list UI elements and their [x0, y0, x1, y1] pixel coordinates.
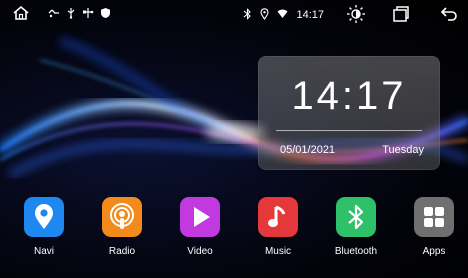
status-time: 14:17 [296, 9, 324, 21]
clock-divider [276, 130, 422, 131]
app-label: Apps [422, 246, 446, 257]
clock-day: Tuesday [382, 144, 424, 156]
status-right: 14:17 [243, 4, 458, 26]
notification-icon [48, 7, 60, 22]
bluetooth-status-icon [243, 7, 252, 23]
usb-storage-icon [82, 7, 94, 22]
app-navi[interactable]: Navi [14, 197, 74, 257]
app-apps[interactable]: Apps [404, 197, 464, 257]
app-video[interactable]: Video [170, 197, 230, 257]
app-label: Navi [33, 246, 54, 257]
usb-icon [66, 7, 76, 22]
app-music[interactable]: Music [248, 197, 308, 257]
podcast-icon[interactable] [102, 197, 142, 237]
app-label: Music [264, 246, 292, 257]
brightness-icon[interactable] [346, 4, 366, 27]
app-label: Bluetooth [334, 246, 378, 257]
app-label: Radio [108, 246, 136, 257]
recent-apps-icon[interactable] [392, 5, 410, 26]
app-dock: Navi Radio Video Music Bluetooth Apps [0, 197, 468, 267]
wifi-icon [277, 9, 288, 22]
clock-time: 14:17 [291, 74, 407, 118]
location-pin-icon[interactable] [24, 197, 64, 237]
home-icon[interactable] [12, 4, 30, 25]
app-bluetooth[interactable]: Bluetooth [326, 197, 386, 257]
back-icon[interactable] [440, 5, 458, 26]
shield-icon [100, 7, 111, 22]
home-screen: 14:17 14:17 05/01/2021 Tuesday Navi Radi… [0, 0, 468, 278]
status-left [12, 4, 111, 25]
play-icon[interactable] [180, 197, 220, 237]
app-label: Video [187, 246, 213, 257]
music-note-icon[interactable] [258, 197, 298, 237]
app-radio[interactable]: Radio [92, 197, 152, 257]
grid-icon[interactable] [414, 197, 454, 237]
bluetooth-icon[interactable] [336, 197, 376, 237]
clock-date: 05/01/2021 [280, 144, 336, 156]
status-bar: 14:17 [0, 0, 468, 30]
location-status-icon [260, 7, 270, 23]
clock-widget[interactable]: 14:17 05/01/2021 Tuesday [258, 56, 440, 170]
